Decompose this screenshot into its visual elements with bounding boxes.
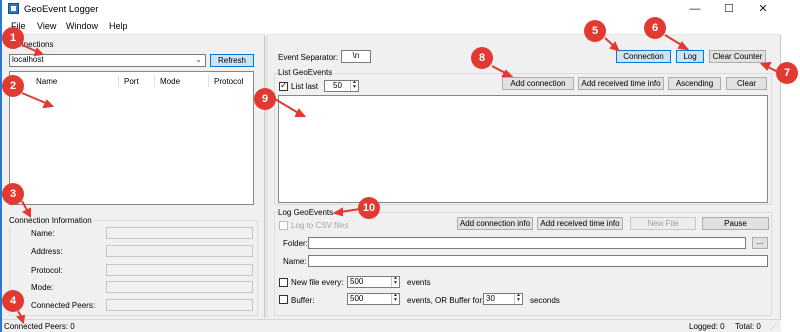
callout-badge: 10 — [358, 197, 380, 219]
buffer-for-stepper[interactable]: 30 ▲ ▼ — [483, 293, 523, 305]
buffer-label: Buffer: — [291, 296, 315, 305]
server-select[interactable]: localhost ⌄ — [9, 54, 206, 67]
new-file-every-label: New file every: — [291, 278, 344, 287]
list-last-label: List last — [291, 82, 319, 91]
column-header-port[interactable]: Port — [124, 77, 139, 86]
refresh-button[interactable]: Refresh — [210, 54, 254, 67]
stepper-arrows[interactable]: ▲ ▼ — [391, 277, 399, 287]
folder-input[interactable] — [308, 237, 746, 249]
ascending-button[interactable]: Ascending — [668, 77, 721, 90]
log-geoevents-label: Log GeoEvents — [278, 208, 336, 217]
add-connection-button[interactable]: Add connection — [502, 77, 574, 90]
buffer-value: 500 — [350, 294, 364, 303]
stepper-arrows[interactable]: ▲ ▼ — [514, 294, 522, 304]
info-name-field — [106, 227, 253, 239]
info-name-label: Name: — [31, 229, 55, 238]
add-connection-info-button[interactable]: Add connection info — [457, 217, 533, 230]
chevron-down-icon[interactable]: ▼ — [392, 281, 399, 286]
callout-badge: 2 — [2, 75, 24, 97]
new-file-button[interactable]: New File — [630, 217, 696, 230]
menu-window[interactable]: Window — [66, 21, 98, 31]
connections-list[interactable]: Name Port Mode Protocol — [9, 71, 254, 205]
column-header-mode[interactable]: Mode — [160, 77, 180, 86]
menu-help[interactable]: Help — [109, 21, 128, 31]
callout-badge: 8 — [471, 47, 493, 69]
new-file-every-value: 500 — [350, 277, 364, 286]
callout-badge: 7 — [776, 62, 798, 84]
info-protocol-label: Protocol: — [31, 266, 63, 275]
column-divider — [208, 75, 209, 87]
new-file-every-checkbox[interactable] — [279, 278, 288, 287]
list-last-stepper[interactable]: 50 ▲ ▼ — [324, 80, 359, 92]
list-geoevents-label: List GeoEvents — [278, 68, 335, 77]
add-received-time-info-button[interactable]: Add received time info — [537, 217, 623, 230]
geoevents-list[interactable] — [278, 95, 768, 203]
window-title: GeoEvent Logger — [24, 4, 99, 15]
info-address-label: Address: — [31, 247, 63, 256]
connection-button[interactable]: Connection — [616, 50, 671, 63]
callout-badge: 3 — [2, 183, 24, 205]
menu-view[interactable]: View — [37, 21, 56, 31]
callout-badge: 6 — [644, 17, 666, 39]
info-peers-field — [106, 299, 253, 311]
browse-button[interactable]: ... — [752, 237, 768, 249]
buffer-for-value: 30 — [486, 294, 495, 303]
column-header-name[interactable]: Name — [36, 77, 57, 86]
callout-badge: 5 — [584, 20, 606, 42]
callout-badge: 1 — [2, 27, 24, 49]
info-mode-field — [106, 281, 253, 293]
clear-button[interactable]: Clear — [726, 77, 767, 90]
info-mode-label: Mode: — [31, 283, 54, 292]
status-logged: Logged: 0 — [689, 322, 725, 331]
panel-splitter[interactable] — [264, 36, 268, 318]
chevron-down-icon: ⌄ — [195, 55, 202, 64]
buffer-stepper[interactable]: 500 ▲ ▼ — [347, 293, 400, 305]
status-connected-peers: Connected Peers: 0 — [4, 322, 75, 331]
callout-badge: 4 — [2, 290, 24, 312]
event-separator-label: Event Separator: — [278, 53, 339, 62]
stepper-arrows[interactable]: ▲ ▼ — [350, 81, 358, 91]
title-bar: GeoEvent Logger — ☐ ✕ — [2, 0, 781, 18]
callout-badge: 9 — [254, 88, 276, 110]
column-divider — [118, 75, 119, 87]
name-input[interactable] — [308, 255, 768, 267]
maximize-icon[interactable]: ☐ — [715, 1, 743, 17]
chevron-down-icon[interactable]: ▼ — [351, 85, 358, 90]
column-header-protocol[interactable]: Protocol — [214, 77, 243, 86]
log-button[interactable]: Log — [676, 50, 704, 63]
list-last-value: 50 — [333, 81, 342, 90]
app-icon — [8, 3, 19, 14]
resize-grip-icon[interactable]: ⋰ — [770, 323, 777, 331]
minimize-icon[interactable]: — — [681, 1, 709, 17]
seconds-label: seconds — [530, 296, 560, 305]
add-received-time-button[interactable]: Add received time info — [578, 77, 664, 90]
buffer-for-label: events, OR Buffer for: — [407, 296, 485, 305]
events-label: events — [407, 278, 431, 287]
server-select-value: localhost — [12, 55, 44, 64]
connection-info-label: Connection Information — [9, 216, 94, 225]
pause-button[interactable]: Pause — [702, 217, 769, 230]
info-peers-label: Connected Peers: — [31, 301, 96, 310]
chevron-down-icon[interactable]: ▼ — [515, 298, 522, 303]
info-protocol-field — [106, 264, 253, 276]
app-window: GeoEvent Logger — ☐ ✕ File View Window H… — [0, 0, 781, 332]
clear-counter-button[interactable]: Clear Counter — [709, 50, 766, 63]
new-file-every-stepper[interactable]: 500 ▲ ▼ — [347, 276, 400, 288]
log-csv-checkbox[interactable] — [279, 221, 288, 230]
info-address-field — [106, 245, 253, 257]
list-last-checkbox[interactable] — [279, 80, 288, 91]
folder-label: Folder: — [283, 239, 308, 248]
name-label: Name: — [283, 257, 307, 266]
buffer-checkbox[interactable] — [279, 295, 288, 304]
stepper-arrows[interactable]: ▲ ▼ — [391, 294, 399, 304]
log-csv-label: Log to CSV files — [291, 221, 349, 230]
status-bar: Connected Peers: 0 Logged: 0 Total: 0 ⋰ — [2, 319, 781, 332]
event-separator-input[interactable]: \n — [341, 50, 371, 63]
close-icon[interactable]: ✕ — [749, 1, 777, 17]
chevron-down-icon[interactable]: ▼ — [392, 298, 399, 303]
column-divider — [154, 75, 155, 87]
status-total: Total: 0 — [735, 322, 761, 331]
